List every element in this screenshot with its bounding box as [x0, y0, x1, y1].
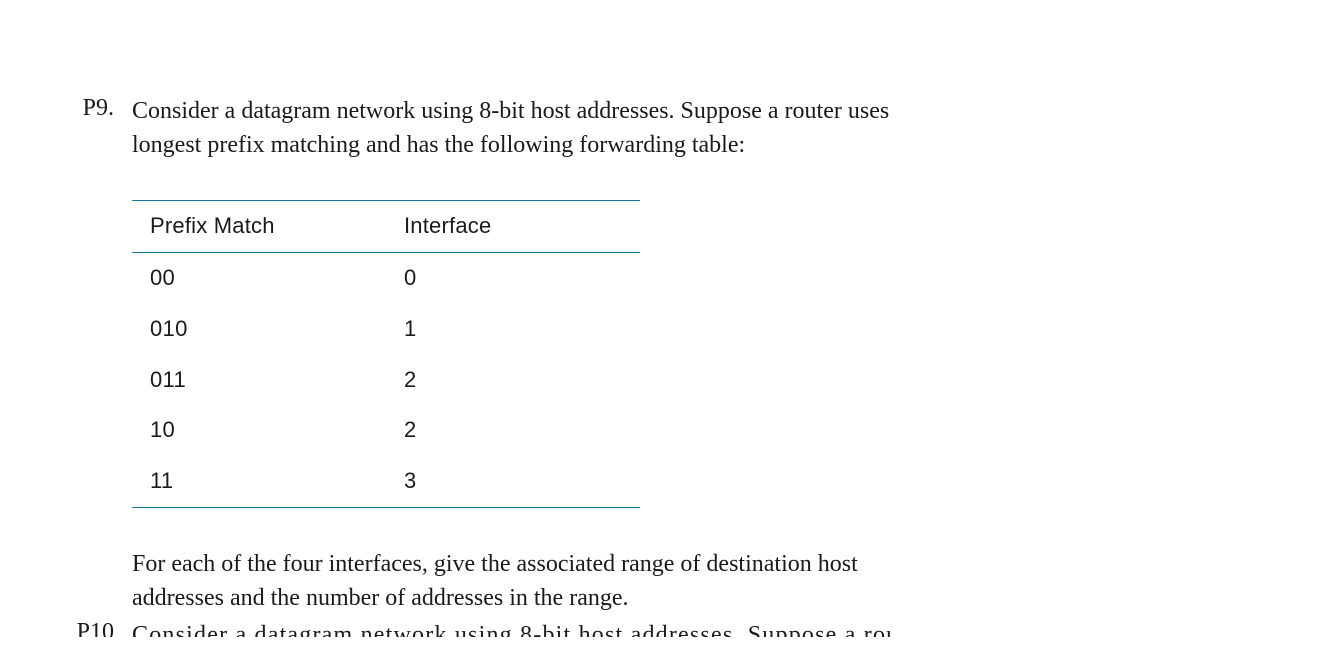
cell-interface: 0 [386, 252, 640, 303]
table-row: 010 1 [132, 304, 640, 355]
problem-intro-text: Consider a datagram network using 8-bit … [132, 95, 892, 162]
cutoff-problem-text: Consider a datagram network using 8-bit … [132, 619, 892, 637]
problem-block: P9. Consider a datagram network using 8-… [68, 95, 1270, 615]
table-row: 011 2 [132, 355, 640, 406]
cell-prefix: 11 [132, 456, 386, 507]
problem-number: P9. [68, 95, 132, 122]
cell-prefix: 00 [132, 252, 386, 303]
table-row: 11 3 [132, 456, 640, 507]
cell-prefix: 011 [132, 355, 386, 406]
cell-interface: 1 [386, 304, 640, 355]
problem-body: Consider a datagram network using 8-bit … [132, 95, 892, 615]
cell-prefix: 10 [132, 405, 386, 456]
page-content: P9. Consider a datagram network using 8-… [0, 0, 1330, 637]
cell-interface: 2 [386, 405, 640, 456]
cutoff-next-problem: P10 Consider a datagram network using 8-… [68, 619, 1270, 637]
cell-interface: 3 [386, 456, 640, 507]
col-header-prefix: Prefix Match [132, 201, 386, 253]
cell-prefix: 010 [132, 304, 386, 355]
cutoff-problem-number: P10 [68, 619, 132, 637]
col-header-interface: Interface [386, 201, 640, 253]
forwarding-table-wrap: Prefix Match Interface 00 0 010 1 [132, 200, 640, 508]
table-row: 10 2 [132, 405, 640, 456]
table-row: 00 0 [132, 252, 640, 303]
cell-interface: 2 [386, 355, 640, 406]
problem-outro-text: For each of the four interfaces, give th… [132, 548, 892, 615]
forwarding-table: Prefix Match Interface 00 0 010 1 [132, 200, 640, 508]
table-header-row: Prefix Match Interface [132, 201, 640, 253]
